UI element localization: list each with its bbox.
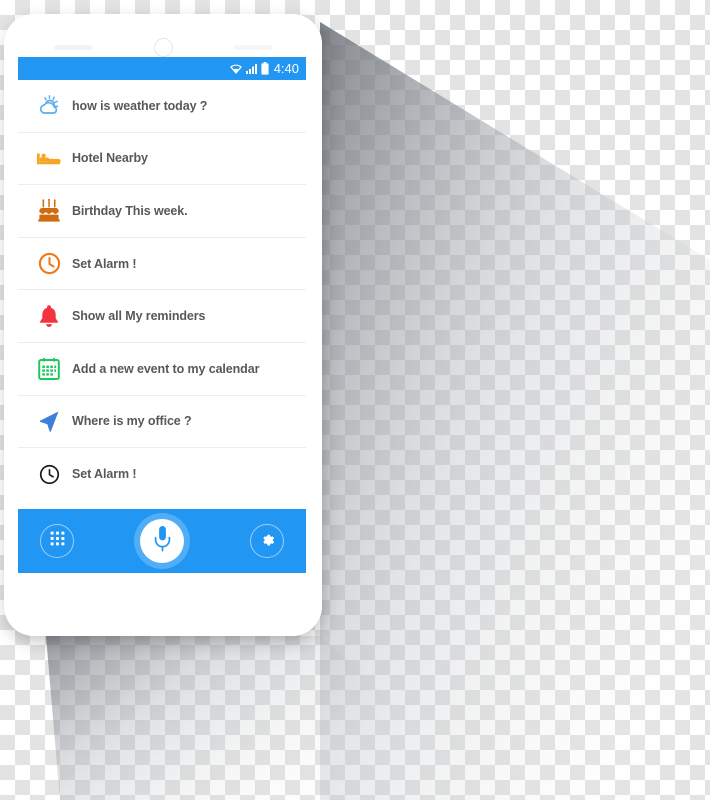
status-time: 4:40 bbox=[273, 61, 299, 76]
settings-button[interactable] bbox=[250, 524, 284, 558]
screenshot-canvas: 4:40 how is weather today ? Hotel Nearby… bbox=[0, 0, 710, 800]
list-item[interactable]: how is weather today ? bbox=[18, 80, 306, 133]
list-item[interactable]: Set Alarm ! bbox=[18, 238, 306, 291]
list-item[interactable]: Hotel Nearby bbox=[18, 133, 306, 186]
speaker-grill-icon bbox=[54, 45, 92, 50]
list-item-label: Add a new event to my calendar bbox=[72, 361, 260, 376]
apps-grid-button[interactable] bbox=[40, 524, 74, 558]
phone-screen: 4:40 how is weather today ? Hotel Nearby… bbox=[18, 57, 306, 573]
list-item-label: Hotel Nearby bbox=[72, 151, 148, 166]
gear-icon bbox=[260, 531, 275, 551]
bottom-action-bar bbox=[18, 509, 306, 573]
clock-icon bbox=[26, 464, 72, 485]
apps-grid-icon bbox=[50, 531, 65, 551]
list-item-label: Where is my office ? bbox=[72, 414, 192, 429]
sensor-strip-icon bbox=[234, 45, 272, 50]
list-item-label: Show all My reminders bbox=[72, 309, 206, 324]
weather-partly-cloudy-icon bbox=[26, 94, 72, 118]
signal-bars-icon bbox=[245, 63, 258, 74]
bell-reminder-icon bbox=[26, 304, 72, 328]
status-bar: 4:40 bbox=[18, 57, 306, 80]
birthday-cake-icon bbox=[26, 198, 72, 223]
list-item-label: how is weather today ? bbox=[72, 98, 208, 113]
list-item[interactable]: Show all My reminders bbox=[18, 290, 306, 343]
bed-hotel-icon bbox=[26, 148, 72, 168]
list-item[interactable]: Where is my office ? bbox=[18, 396, 306, 449]
list-item[interactable]: Birthday This week. bbox=[18, 185, 306, 238]
suggestion-list: how is weather today ? Hotel Nearby Birt… bbox=[18, 80, 306, 501]
navigation-arrow-icon bbox=[26, 409, 72, 433]
list-item-label: Birthday This week. bbox=[72, 203, 188, 218]
battery-icon bbox=[261, 62, 269, 75]
microphone-icon bbox=[154, 525, 171, 557]
list-item-label: Set Alarm ! bbox=[72, 256, 137, 271]
list-item-label: Set Alarm ! bbox=[72, 467, 137, 482]
phone-device: 4:40 how is weather today ? Hotel Nearby… bbox=[4, 14, 322, 636]
wifi-icon bbox=[229, 63, 243, 74]
camera-icon bbox=[154, 38, 173, 57]
list-item[interactable]: Set Alarm ! bbox=[18, 448, 306, 501]
list-item[interactable]: Add a new event to my calendar bbox=[18, 343, 306, 396]
calendar-add-icon bbox=[26, 357, 72, 381]
phone-top-bezel bbox=[4, 14, 322, 57]
alarm-clock-icon bbox=[26, 252, 72, 275]
mic-button-inner bbox=[140, 519, 184, 563]
voice-search-button[interactable] bbox=[134, 513, 190, 569]
